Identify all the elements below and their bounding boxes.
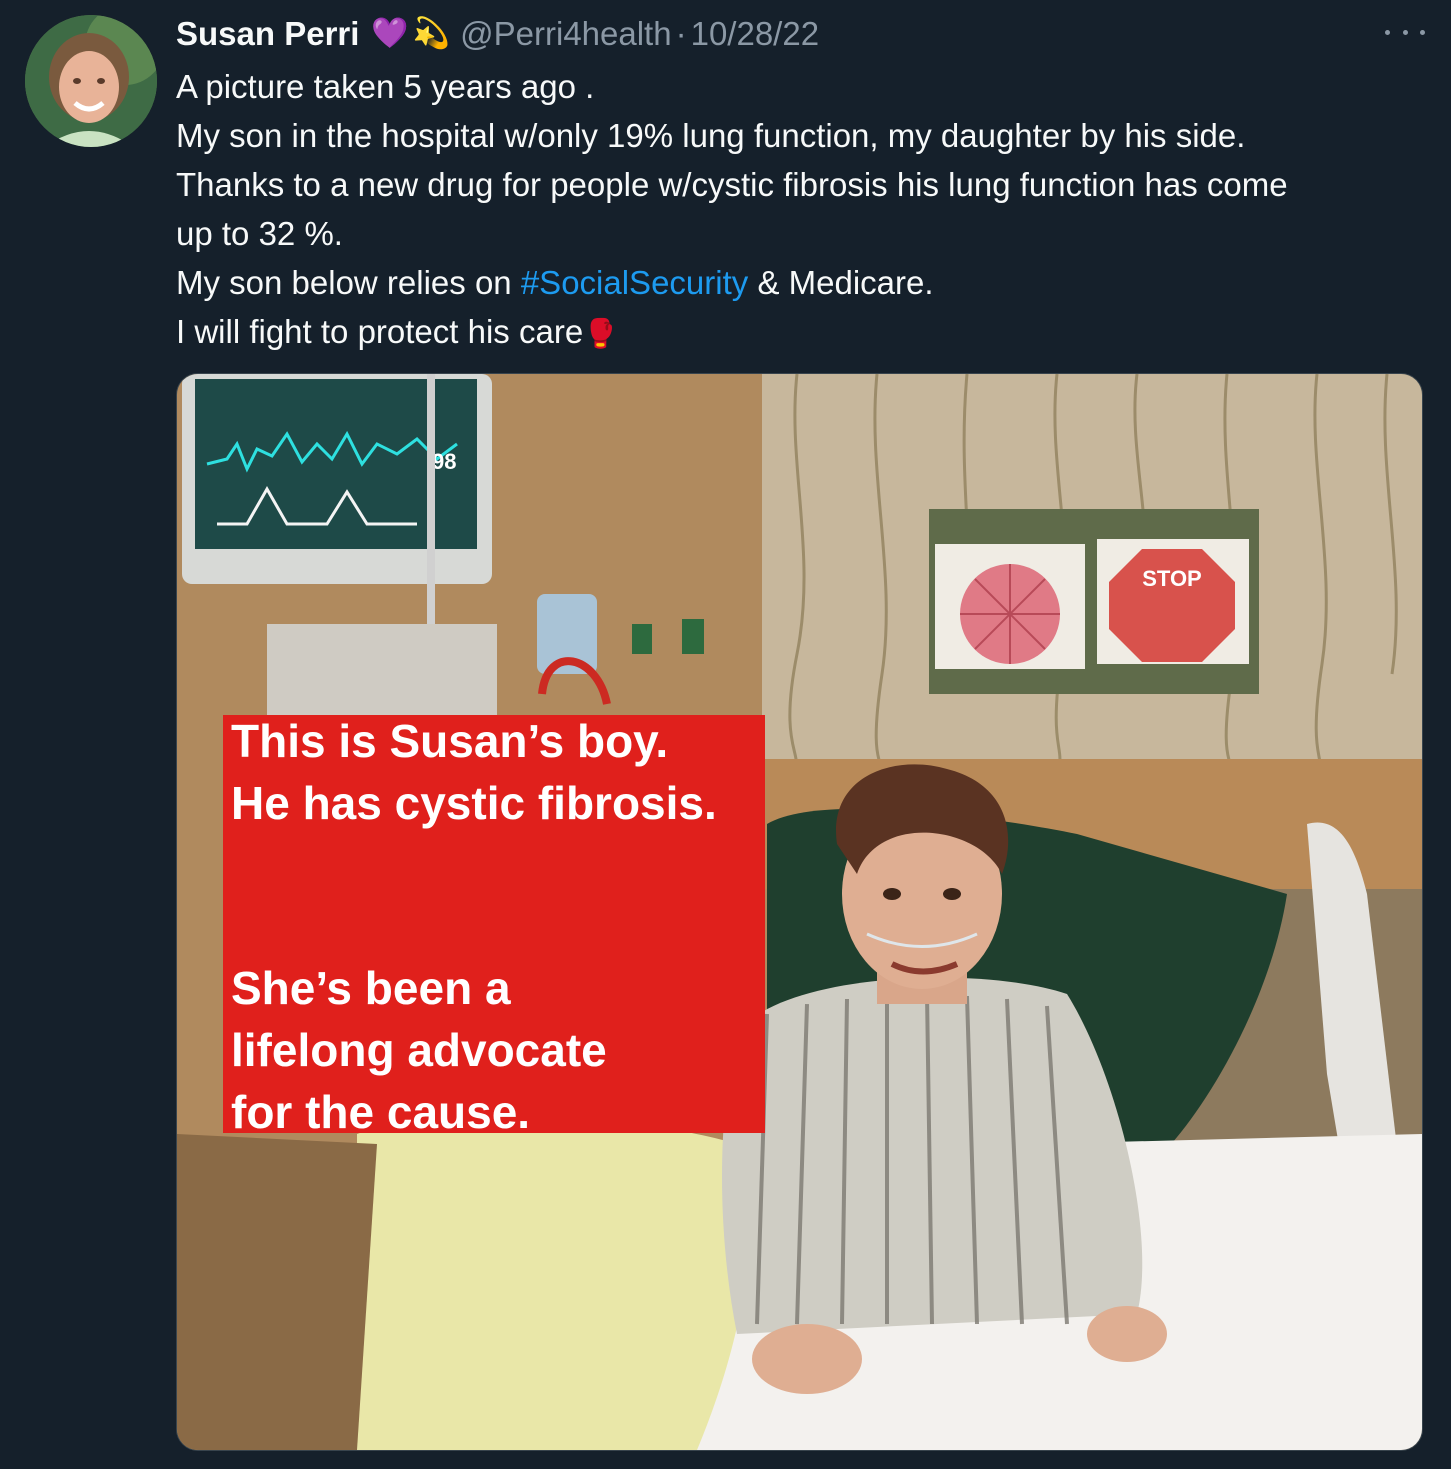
- more-dot: [1420, 29, 1425, 35]
- tweet-line: A picture taken 5 years ago .: [176, 68, 595, 105]
- tweet-line: Thanks to a new drug for people w/cystic…: [176, 166, 1288, 203]
- stop-sign-text: STOP: [1142, 566, 1202, 591]
- tweet-line: up to 32 %.: [176, 215, 343, 252]
- tweet-photo[interactable]: STOP 98 This is Susan’s boy. He has cyst…: [176, 373, 1423, 1451]
- more-dot: [1402, 29, 1408, 35]
- tweet-line: My son in the hospital w/only 19% lung f…: [176, 117, 1246, 154]
- author-name[interactable]: Susan Perri: [176, 15, 359, 53]
- tweet-line: I will fight to protect his care🥊: [176, 307, 1416, 358]
- purple-heart-icon: 💜: [371, 17, 409, 50]
- overlay-caption-line: She’s been a: [231, 962, 511, 1014]
- dizzy-star-icon: 💫: [412, 17, 451, 50]
- author-handle[interactable]: @Perri4health: [460, 15, 671, 53]
- overlay-caption-line: He has cystic fibrosis.: [231, 777, 717, 829]
- tweet-header: Susan Perri 💜 💫 @Perri4health · 10/28/22: [176, 12, 819, 56]
- overlay-caption-line: for the cause.: [231, 1086, 531, 1138]
- avatar[interactable]: [25, 15, 157, 147]
- avatar-image: [25, 15, 157, 147]
- boxing-glove-icon: 🥊: [583, 318, 619, 349]
- hashtag-link[interactable]: #SocialSecurity: [521, 264, 748, 301]
- tweet-text-segment: & Medicare.: [748, 264, 934, 301]
- overlay-caption-line: This is Susan’s boy.: [231, 715, 669, 767]
- monitor-reading: 98: [432, 449, 456, 474]
- more-dot: [1385, 29, 1390, 35]
- overlay-caption-line: lifelong advocate: [231, 1024, 607, 1076]
- tweet-text: A picture taken 5 years ago . My son in …: [176, 62, 1416, 358]
- tweet-date[interactable]: 10/28/22: [691, 15, 819, 53]
- tweet-line: My son below relies on #SocialSecurity &…: [176, 258, 1416, 307]
- tweet-text-segment: I will fight to protect his care: [176, 313, 584, 350]
- separator-dot: ·: [675, 15, 687, 52]
- tweet-text-segment: My son below relies on: [176, 264, 521, 301]
- more-options-icon[interactable]: [1385, 22, 1425, 42]
- tweet[interactable]: Susan Perri 💜 💫 @Perri4health · 10/28/22…: [0, 0, 1451, 1469]
